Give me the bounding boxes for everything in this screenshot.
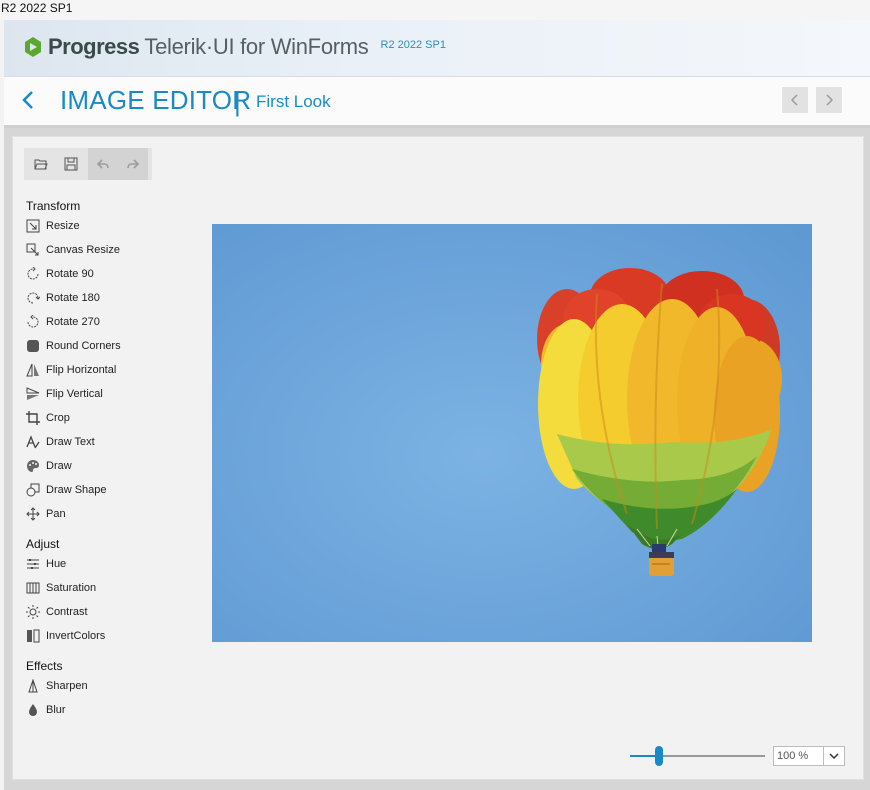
draw-shape-icon <box>26 483 40 497</box>
example-subtitle: First Look <box>256 92 331 111</box>
tool-label: Round Corners <box>46 340 121 352</box>
tool-label: Blur <box>46 704 66 716</box>
zoom-slider-thumb[interactable] <box>655 746 664 766</box>
tool-flip-vertical[interactable]: Flip Vertical <box>26 382 196 406</box>
pan-icon <box>26 507 40 521</box>
progress-logo: Progress Telerik·UI for WinForms R2 2022… <box>22 34 446 60</box>
logo-text: Progress <box>48 34 140 59</box>
tool-label: Draw <box>46 460 72 472</box>
tool-label: Draw Text <box>46 436 95 448</box>
chevron-right-icon <box>826 94 834 106</box>
zoom-dropdown[interactable]: 100 % <box>773 746 845 766</box>
tool-label: InvertColors <box>46 630 106 642</box>
tool-crop[interactable]: Crop <box>26 406 196 430</box>
save-button[interactable] <box>56 148 86 180</box>
tool-rotate-90[interactable]: Rotate 90 <box>26 262 196 286</box>
tool-draw-text[interactable]: Draw Text <box>26 430 196 454</box>
rotate-90-icon <box>27 267 39 280</box>
effects-header: Effects <box>26 659 63 673</box>
hue-icon <box>27 559 39 569</box>
back-button[interactable] <box>16 87 42 113</box>
contrast-icon <box>26 605 40 619</box>
palette-icon <box>27 460 39 472</box>
adjust-header: Adjust <box>26 537 60 551</box>
editor-toolbar <box>24 148 152 180</box>
redo-button[interactable] <box>118 148 148 180</box>
dropdown-button[interactable] <box>823 747 844 765</box>
tool-label: Hue <box>46 558 67 570</box>
progress-logo-icon <box>25 37 41 57</box>
rotate-180-icon <box>27 292 40 304</box>
section-title: IMAGE EDITOR <box>60 85 252 115</box>
next-example-button[interactable] <box>816 87 842 113</box>
tool-canvas-resize[interactable]: Canvas Resize <box>26 238 196 262</box>
tool-label: Rotate 270 <box>46 316 100 328</box>
tool-saturation[interactable]: Saturation <box>26 576 196 600</box>
transform-header: Transform <box>26 199 81 213</box>
chevron-left-icon <box>790 94 798 106</box>
draw-text-icon <box>26 435 40 449</box>
tool-sharpen[interactable]: Sharpen <box>26 674 196 698</box>
zoom-value[interactable]: 100 % <box>774 750 823 762</box>
invert-colors-icon <box>27 629 40 643</box>
image-editor: Transform Resize Canvas Resize Rotate 90… <box>12 136 864 780</box>
rotate-270-icon <box>27 315 39 328</box>
tool-label: Canvas Resize <box>46 244 120 256</box>
tool-resize[interactable]: Resize <box>26 214 196 238</box>
tool-blur[interactable]: Blur <box>26 698 196 722</box>
brand-header: Progress Telerik·UI for WinForms R2 2022… <box>4 20 870 77</box>
tool-flip-horizontal[interactable]: Flip Horizontal <box>26 358 196 382</box>
tool-pan[interactable]: Pan <box>26 502 196 526</box>
flip-horizontal-icon <box>26 363 39 377</box>
sharpen-icon <box>28 679 38 693</box>
tool-draw-shape[interactable]: Draw Shape <box>26 478 196 502</box>
tool-label: Crop <box>46 412 70 424</box>
tool-rotate-180[interactable]: Rotate 180 <box>26 286 196 310</box>
tool-label: Draw Shape <box>46 484 107 496</box>
tool-label: Contrast <box>46 606 88 618</box>
chevron-left-icon <box>22 91 33 109</box>
title-separator: | <box>234 87 241 117</box>
undo-icon <box>96 159 109 169</box>
crop-icon <box>26 411 40 425</box>
tool-hue[interactable]: Hue <box>26 552 196 576</box>
resize-icon <box>26 219 40 233</box>
previous-example-button[interactable] <box>782 87 808 113</box>
tools-panel: Transform Resize Canvas Resize Rotate 90… <box>26 195 196 722</box>
tool-contrast[interactable]: Contrast <box>26 600 196 624</box>
zoom-control: 100 % <box>630 744 850 768</box>
tool-label: Saturation <box>46 582 97 594</box>
undo-button[interactable] <box>88 148 118 180</box>
chevron-down-icon <box>829 753 839 760</box>
redo-icon <box>127 159 140 169</box>
canvas-resize-icon <box>26 243 39 256</box>
tool-draw[interactable]: Draw <box>26 454 196 478</box>
tool-label: Flip Vertical <box>46 388 103 400</box>
example-navbar: IMAGE EDITOR | First Look <box>4 77 870 128</box>
product-name: Telerik·UI for WinForms <box>144 34 369 59</box>
tool-round-corners[interactable]: Round Corners <box>26 334 196 358</box>
tool-label: Flip Horizontal <box>46 364 117 376</box>
save-icon <box>64 157 78 171</box>
tool-label: Pan <box>46 508 66 520</box>
blur-icon <box>29 704 37 716</box>
tool-label: Sharpen <box>46 680 88 692</box>
window-title: R2 2022 SP1 <box>0 0 870 20</box>
tool-label: Rotate 90 <box>46 268 94 280</box>
saturation-icon <box>26 582 40 594</box>
tool-label: Resize <box>46 220 80 232</box>
example-area: Transform Resize Canvas Resize Rotate 90… <box>4 128 870 790</box>
flip-vertical-icon <box>26 387 40 400</box>
round-corners-icon <box>27 340 39 352</box>
tool-invert-colors[interactable]: InvertColors <box>26 624 196 648</box>
tool-label: Rotate 180 <box>46 292 100 304</box>
open-folder-icon <box>34 159 48 170</box>
image-canvas[interactable] <box>212 224 812 642</box>
tool-rotate-270[interactable]: Rotate 270 <box>26 310 196 334</box>
version-label: R2 2022 SP1 <box>380 39 446 51</box>
open-button[interactable] <box>26 148 56 180</box>
